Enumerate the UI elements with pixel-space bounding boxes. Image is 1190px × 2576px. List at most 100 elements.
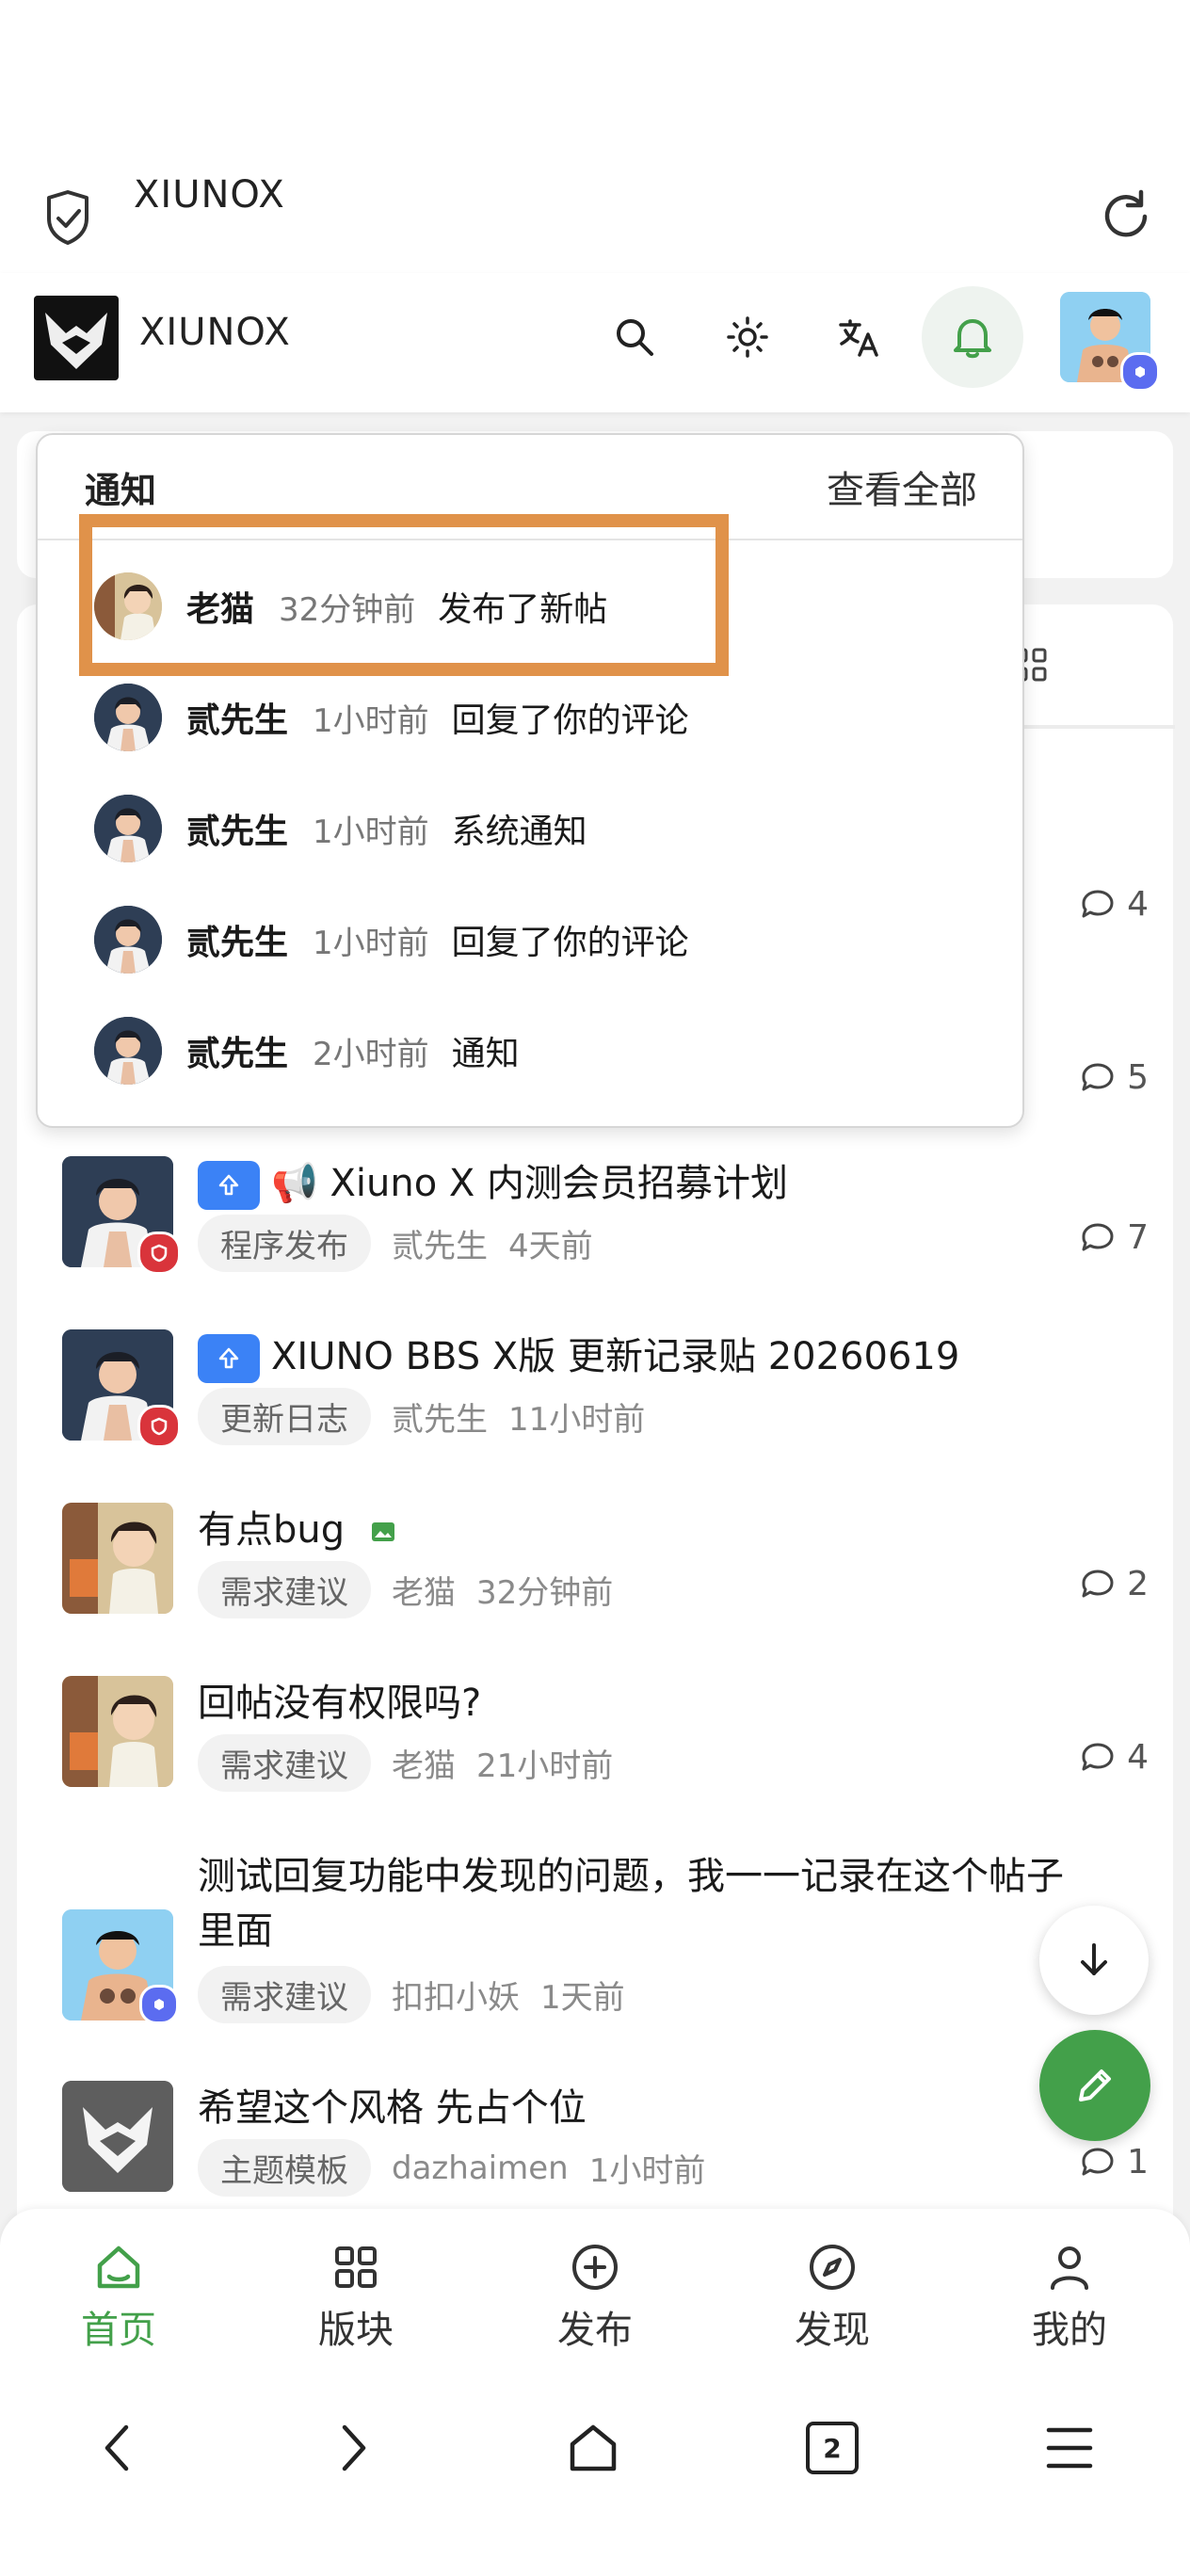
thread-meta: 需求建议 老猫 32分钟前 xyxy=(198,1561,613,1618)
reply-count: 4 xyxy=(1080,1738,1149,1777)
tab-home[interactable]: 首页 xyxy=(34,2241,203,2354)
thread-title[interactable]: 📢 Xiuno X 内测会员招募计划 xyxy=(198,1152,788,1210)
thread-row[interactable]: 有点bug 需求建议 老猫 32分钟前 2 xyxy=(17,1499,1173,1672)
compose-button[interactable] xyxy=(1039,2030,1150,2141)
home-icon xyxy=(97,2246,140,2289)
thread-row[interactable]: XIUNO BBS X版 更新记录贴 20260619 更新日志 贰先生 11小… xyxy=(17,1326,1173,1499)
admin-badge xyxy=(137,1232,181,1275)
thread-meta: 程序发布 贰先生 4天前 xyxy=(198,1215,593,1272)
notification-item[interactable]: 贰先生 2小时前 通知 xyxy=(94,1013,520,1088)
category-tag[interactable]: 主题模板 xyxy=(198,2139,371,2197)
site-logo[interactable] xyxy=(34,296,119,380)
browser-address-bar[interactable] xyxy=(0,151,1190,282)
category-tag[interactable]: 更新日志 xyxy=(198,1388,371,1445)
author-name[interactable]: 贰先生 xyxy=(392,1393,488,1440)
forward-icon[interactable] xyxy=(307,2410,401,2486)
notification-action[interactable]: 系统通知 xyxy=(452,804,587,853)
notification-bell-button[interactable] xyxy=(922,286,1023,388)
comment-icon xyxy=(1082,1063,1114,1090)
theme-sun-icon[interactable] xyxy=(710,299,785,375)
tabs-button[interactable]: 2 xyxy=(785,2410,879,2486)
thread-meta: 更新日志 贰先生 11小时前 xyxy=(198,1388,645,1445)
tab-count: 2 xyxy=(806,2422,859,2474)
notification-title: 通知 xyxy=(85,470,157,511)
section-divider xyxy=(1015,725,1175,729)
avatar xyxy=(94,1017,162,1085)
bell-icon xyxy=(954,319,991,359)
post-time: 4天前 xyxy=(508,1228,593,1265)
arrow-down-icon xyxy=(1081,1943,1107,1975)
notification-user[interactable]: 贰先生 xyxy=(186,804,288,853)
reply-count: 5 xyxy=(1080,1058,1149,1097)
back-icon[interactable] xyxy=(70,2410,164,2486)
comment-icon xyxy=(1082,1223,1114,1250)
notification-item[interactable]: 贰先生 1小时前 回复了你的评论 xyxy=(94,902,689,977)
notification-time: 1小时前 xyxy=(313,924,429,962)
post-time: 21小时前 xyxy=(476,1747,614,1785)
thread-row[interactable]: 回帖没有权限吗? 需求建议 老猫 21小时前 4 xyxy=(17,1672,1173,1845)
notification-item[interactable]: 贰先生 1小时前 回复了你的评论 xyxy=(94,680,689,755)
thread-meta: 需求建议 老猫 21小时前 xyxy=(198,1734,613,1792)
notification-action[interactable]: 通知 xyxy=(452,1026,520,1075)
author-name[interactable]: 老猫 xyxy=(392,1740,456,1786)
category-tag[interactable]: 程序发布 xyxy=(198,1215,371,1272)
search-icon[interactable] xyxy=(597,299,672,375)
notification-user[interactable]: 贰先生 xyxy=(186,915,288,964)
comment-icon xyxy=(1082,890,1114,917)
notification-user[interactable]: 贰先生 xyxy=(186,1026,288,1075)
category-tag[interactable]: 需求建议 xyxy=(198,1561,371,1618)
notification-action[interactable]: 回复了你的评论 xyxy=(452,693,689,742)
tab-me[interactable]: 我的 xyxy=(985,2241,1154,2354)
reply-count: 4 xyxy=(1080,885,1149,924)
thread-title[interactable]: 有点bug xyxy=(198,1499,396,1554)
author-name[interactable]: 贰先生 xyxy=(392,1220,488,1266)
view-all-link[interactable]: 查看全部 xyxy=(827,459,977,514)
avatar xyxy=(94,795,162,862)
avatar[interactable] xyxy=(62,1503,173,1614)
status-area xyxy=(0,0,1190,151)
thread-row[interactable]: 测试回复功能中发现的问题，我一一记录在这个帖子 里面 需求建议 扣扣小妖 1天前 xyxy=(17,1845,1173,2077)
post-time: 32分钟前 xyxy=(476,1574,614,1612)
plus-circle-icon xyxy=(572,2245,618,2290)
pinned-icon xyxy=(198,1161,260,1210)
thread-meta: 主题模板 dazhaimen 1小时前 xyxy=(198,2139,705,2197)
shield-check-icon[interactable] xyxy=(41,190,94,247)
thread-title[interactable]: 回帖没有权限吗? xyxy=(198,1672,481,1727)
notification-time: 1小时前 xyxy=(313,701,429,740)
user-icon xyxy=(1051,2246,1088,2290)
notification-item[interactable]: 贰先生 1小时前 系统通知 xyxy=(94,791,587,866)
thread-title[interactable]: XIUNO BBS X版 更新记录贴 20260619 xyxy=(198,1326,959,1383)
tab-post[interactable]: 发布 xyxy=(510,2241,680,2354)
post-time: 1小时前 xyxy=(588,2152,706,2190)
thread-row[interactable]: 📢 Xiuno X 内测会员招募计划 程序发布 贰先生 4天前 7 xyxy=(17,1152,1173,1326)
post-time: 11小时前 xyxy=(508,1401,646,1439)
tab-discover[interactable]: 发现 xyxy=(748,2241,917,2354)
thread-title[interactable]: 测试回复功能中发现的问题，我一一记录在这个帖子 里面 xyxy=(198,1845,1064,1955)
author-name[interactable]: 老猫 xyxy=(392,1567,456,1613)
site-name[interactable]: XIUNOX xyxy=(139,311,291,354)
grid-icon xyxy=(335,2246,377,2288)
category-tag[interactable]: 需求建议 xyxy=(198,1966,371,2023)
notification-time: 2小时前 xyxy=(313,1035,429,1073)
notification-user[interactable]: 贰先生 xyxy=(186,693,288,742)
thread-title[interactable]: 希望这个风格 先占个位 xyxy=(198,2077,587,2132)
author-name[interactable]: 扣扣小妖 xyxy=(392,1972,520,2018)
author-name[interactable]: dazhaimen xyxy=(392,2149,569,2187)
category-tag[interactable]: 需求建议 xyxy=(198,1734,371,1792)
home-nav-icon[interactable] xyxy=(546,2410,640,2486)
avatar[interactable] xyxy=(62,1676,173,1787)
scroll-down-button[interactable] xyxy=(1039,1906,1149,2015)
translate-icon[interactable] xyxy=(821,299,896,375)
tab-boards[interactable]: 版块 xyxy=(271,2241,441,2354)
browser-page-title: XIUNOX xyxy=(134,173,285,217)
comment-icon xyxy=(1082,1743,1114,1770)
reload-icon[interactable] xyxy=(1098,188,1154,245)
notification-action[interactable]: 回复了你的评论 xyxy=(452,915,689,964)
reply-count: 1 xyxy=(1080,2143,1149,2182)
highlight-box xyxy=(79,514,729,676)
admin-badge xyxy=(137,1405,181,1448)
reply-count: 2 xyxy=(1080,1565,1149,1603)
avatar[interactable] xyxy=(62,2081,173,2192)
menu-icon[interactable] xyxy=(1022,2410,1117,2486)
comment-icon xyxy=(1082,1570,1114,1597)
